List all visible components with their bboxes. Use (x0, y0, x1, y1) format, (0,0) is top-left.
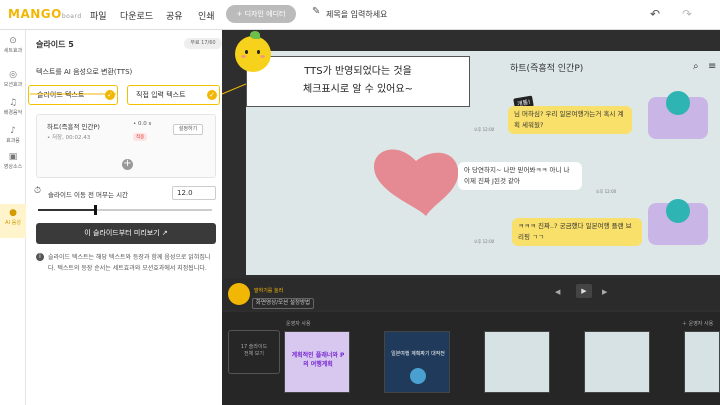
thumb-title: 일본여행 계획짜기 대작전 (391, 351, 445, 357)
app-logo[interactable]: MANGOboard (8, 7, 82, 21)
timeline-label: 운영자 사용 (286, 321, 311, 327)
menu-icon[interactable]: ≡ (708, 61, 716, 72)
voice-speed: • 0.0 s (133, 121, 152, 127)
slide-thumb[interactable] (484, 331, 550, 393)
voice-name: 하트(즉흥적 인간P) (47, 123, 100, 131)
callout-pointer (30, 83, 246, 95)
design-editor-button[interactable]: + 디자인 에디터 (226, 5, 296, 23)
title-input[interactable]: 제목을 입력하세요 (326, 9, 387, 20)
hint-top: 말하기를 눌러 (254, 288, 284, 294)
sound-icon: ♪ (10, 126, 16, 136)
nav-bgm[interactable]: ♫ 배경음악 (0, 98, 26, 116)
settings-button[interactable]: 설정하기 (173, 124, 203, 135)
set-effect-icon: ⊙ (9, 36, 17, 46)
howto-button[interactable]: 화면영상/모션 설정방법 (252, 298, 314, 309)
mascot-small (228, 283, 250, 305)
mic-icon: ● (9, 208, 17, 218)
next-icon[interactable]: ▶ (602, 288, 607, 296)
dwell-label: 슬라이드 이동 전 머무는 시간 (48, 191, 129, 199)
status-badge: 적용 (133, 133, 148, 141)
slide-title: 슬라이드 5 (36, 40, 74, 49)
info-icon: i (36, 253, 44, 261)
timestamp: 오후 12:00 (596, 189, 617, 194)
music-icon: ♫ (8, 98, 18, 108)
search-icon[interactable]: ⌕ (693, 61, 699, 72)
edit-icon: ✎ (312, 6, 321, 17)
menu-file[interactable]: 파일 (90, 9, 107, 22)
prev-icon[interactable]: ◀ (555, 288, 560, 296)
dwell-input[interactable]: 12.0 (172, 186, 216, 200)
timeline-label-right: ＋ 운영자 사용 (682, 321, 714, 327)
nav-ai-voice[interactable]: ● AI 음성 (0, 204, 26, 238)
slider-handle[interactable] (94, 205, 97, 215)
undo-icon[interactable]: ↶ (650, 7, 660, 21)
chat-bubble: 아 당연하지~ 나만 믿어봐ㅋㅋ 아니 나 이제 진짜 J된것 같아 (458, 162, 582, 190)
slide-thumb[interactable] (684, 331, 720, 393)
menu-share[interactable]: 공유 (166, 9, 183, 22)
nav-set-effect[interactable]: ⊙ 세트효과 (0, 36, 26, 54)
preview-button[interactable]: 이 슬라이드부터 미리보기 ↗ (36, 223, 216, 244)
notice-text: 슬라이드 텍스트는 해당 텍스트와 등장과 함께 음성으로 읽혀집니다. 텍스트… (48, 254, 211, 272)
usage-badge: 무료 17/60 (184, 38, 222, 49)
add-icon[interactable]: + (122, 159, 133, 170)
timestamp: 오후 12:00 (474, 127, 495, 132)
left-nav: ⊙ 세트효과 ◎ 모션효과 ♫ 배경음악 ♪ 효과음 ▣ 영상소스 ● AI 음성 (0, 30, 26, 405)
slide-thumb[interactable] (584, 331, 650, 393)
callout-box: TTS가 반영되었다는 것을 체크표시로 알 수 있어요~ (246, 56, 470, 107)
globe-icon (410, 368, 426, 384)
thumb-title: 계획적인 플래너와 P의 여행계획 (291, 352, 345, 368)
chat-bubble: 님 머하심? 우리 일본여행가는거 혹시 계획 세워뒀? (508, 106, 632, 134)
menu-download[interactable]: 다운로드 (120, 9, 153, 22)
lemon-mascot (235, 31, 271, 72)
nav-sfx[interactable]: ♪ 효과음 (0, 126, 26, 144)
slide-thumb[interactable]: 일본여행 계획짜기 대작전 (384, 331, 450, 393)
view-all-button[interactable]: 17 슬라이드 전체 보기 (228, 330, 280, 374)
timestamp: 오후 12:00 (474, 239, 495, 244)
redo-icon[interactable]: ↷ (682, 7, 692, 21)
dwell-slider[interactable] (38, 205, 212, 215)
nav-motion[interactable]: ◎ 모션효과 (0, 70, 26, 88)
motion-icon: ◎ (9, 70, 17, 80)
top-bar: MANGOboard 파일 다운로드 공유 인쇄 + 디자인 에디터 ✎ 제목을… (0, 0, 720, 30)
clock-icon: ⏱ (34, 186, 42, 196)
menu-print[interactable]: 인쇄 (198, 9, 215, 22)
slider-fill (38, 209, 94, 211)
callout-line-2: 체크표시로 알 수 있어요~ (303, 84, 413, 95)
chat-title: 하트(즉흥적 인간P) (510, 64, 584, 74)
chat-bubble: ㅋㅋㅋ 진짜..? 궁금했다 일본여행 플랜 브리핑 ㄱㄱ (512, 218, 642, 246)
nav-video[interactable]: ▣ 영상소스 (0, 152, 26, 170)
video-icon: ▣ (8, 152, 18, 162)
voice-duration: • 저장, 00:02.43 (47, 135, 91, 141)
slide-thumb[interactable]: 계획적인 플래너와 P의 여행계획 (284, 331, 350, 393)
callout-line-1: TTS가 반영되었다는 것을 (304, 66, 412, 77)
play-button[interactable]: ▶ (576, 284, 592, 298)
tts-item[interactable]: 하트(즉흥적 인간P) • 저장, 00:02.43 • 0.0 s 적용 설정… (36, 114, 216, 178)
